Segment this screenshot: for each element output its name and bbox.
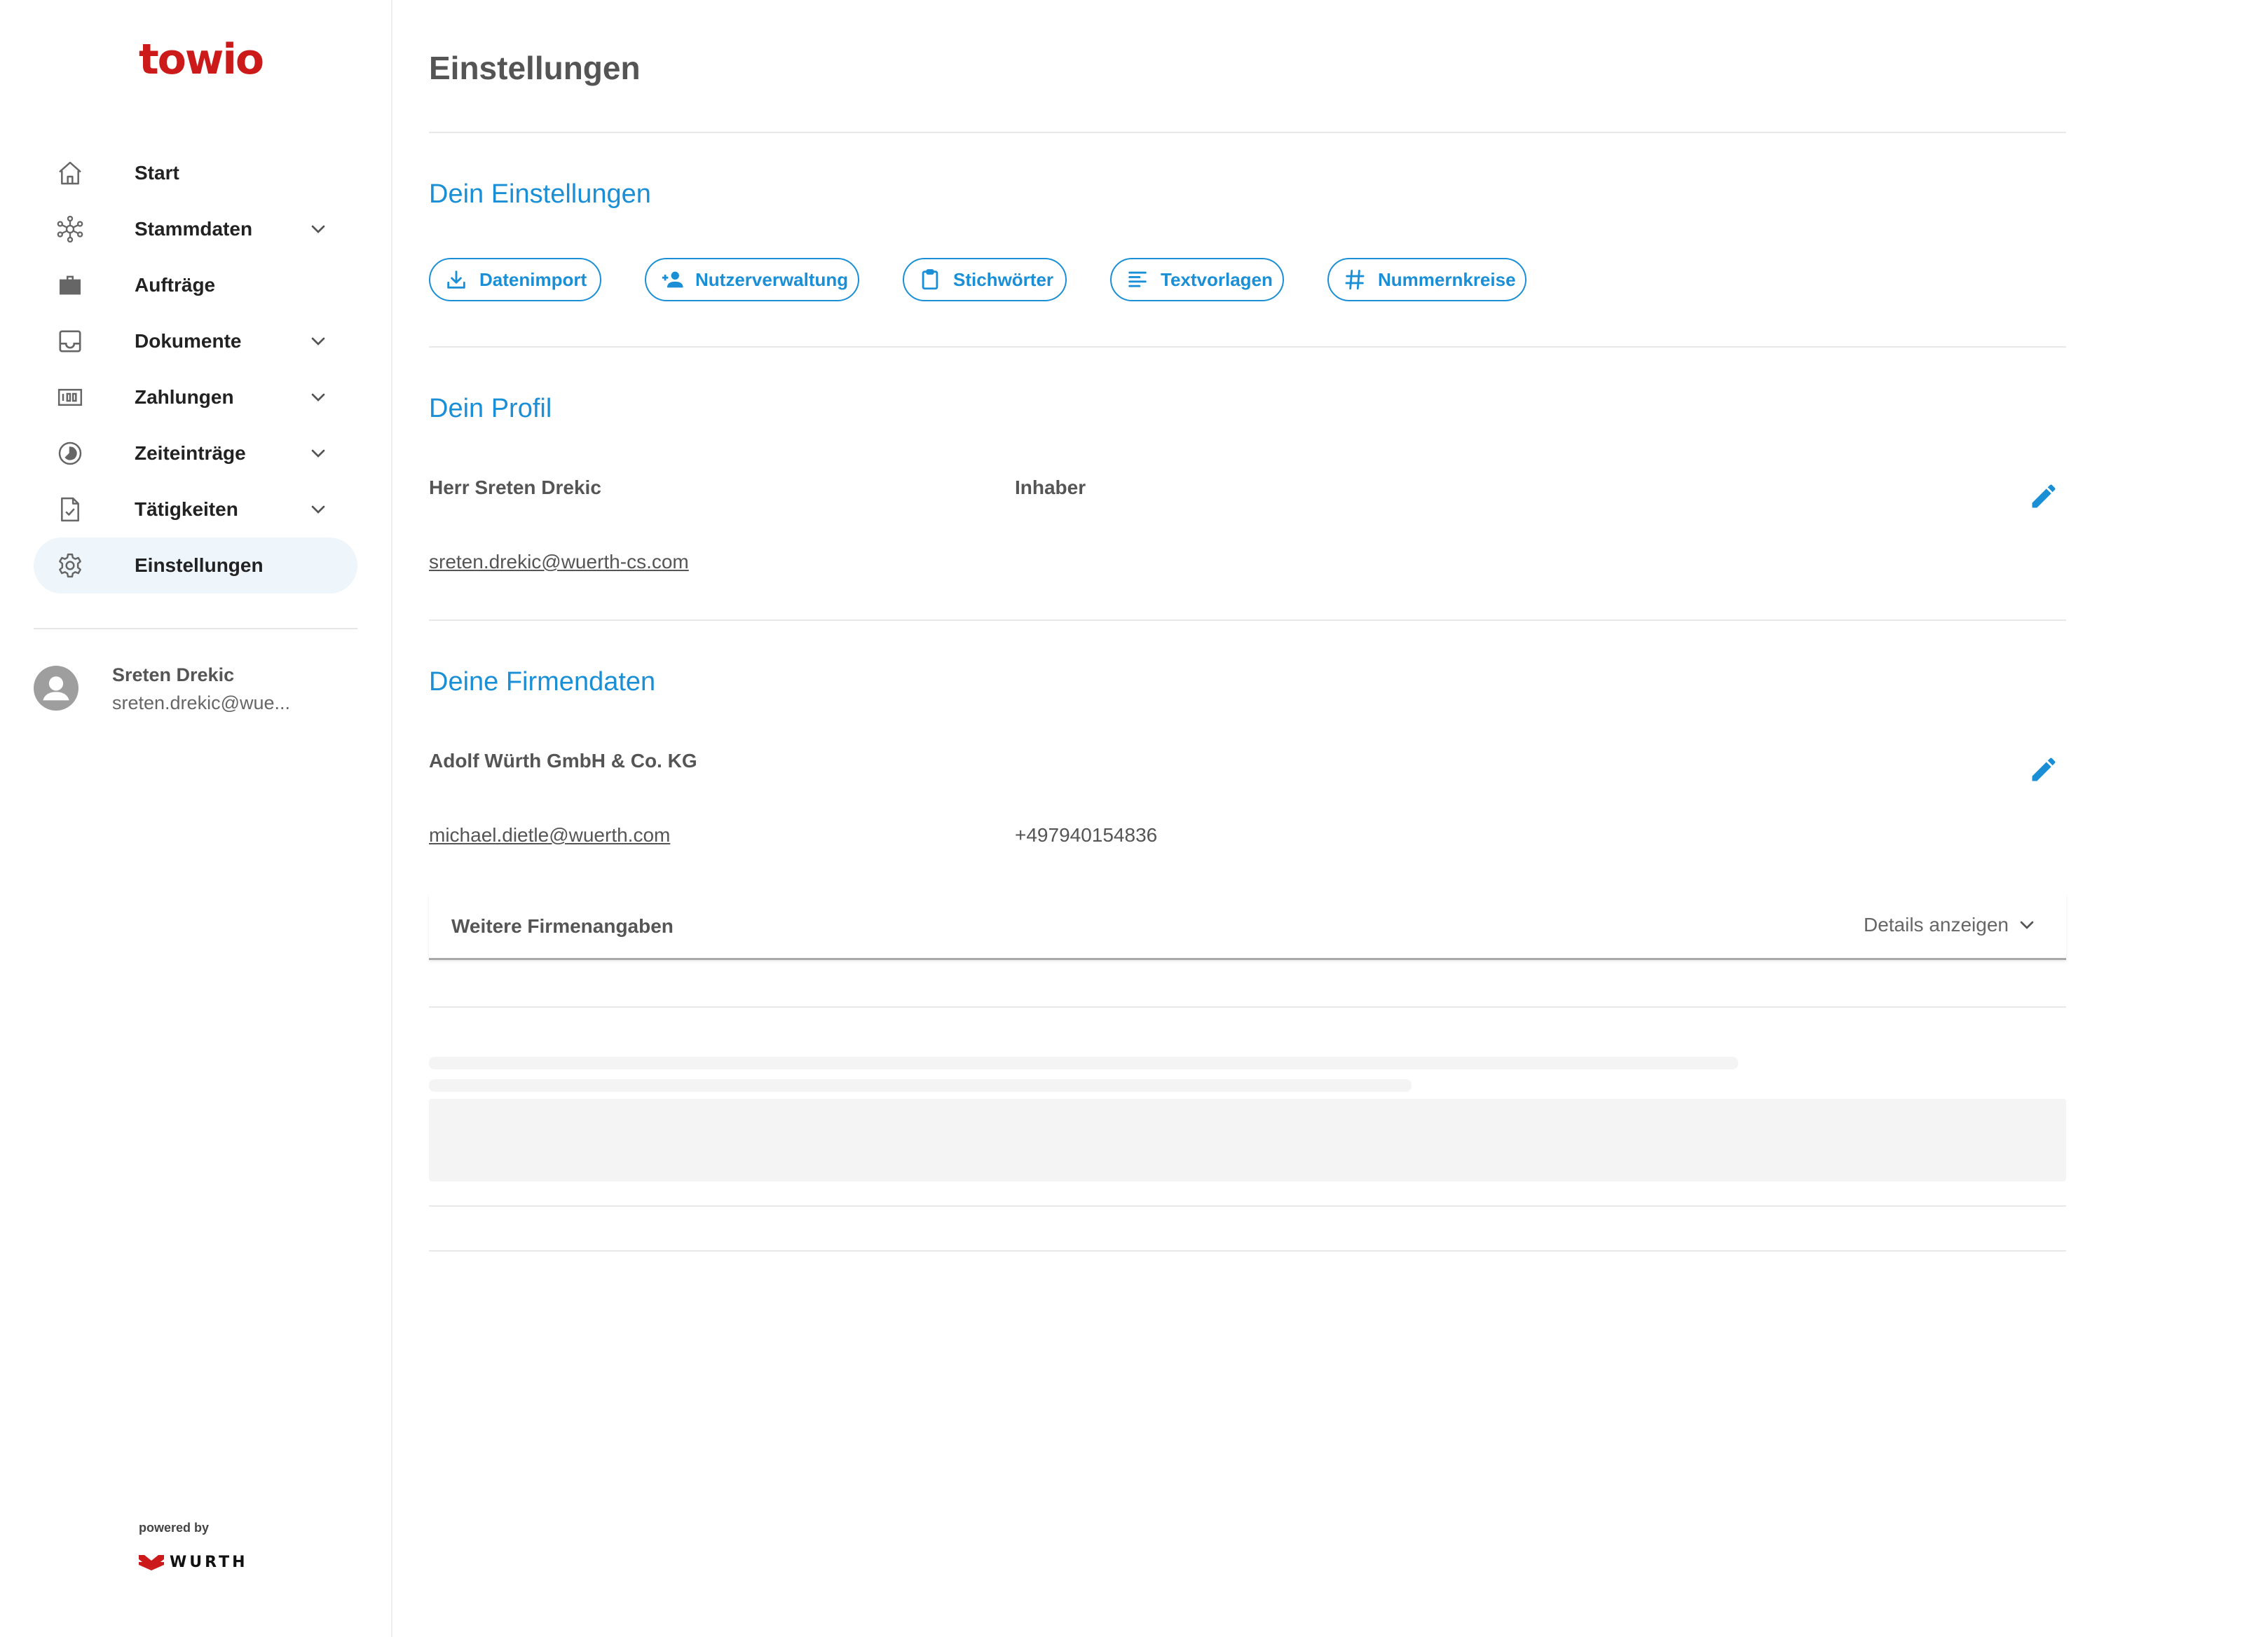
clipboard-icon [918, 268, 942, 292]
sidebar-item-label: Stammdaten [135, 218, 253, 240]
sidebar-item-dokumente[interactable]: Dokumente [34, 313, 357, 369]
page-title: Einstellungen [429, 50, 641, 86]
nummernkreise-button[interactable]: Nummernkreise [1327, 258, 1526, 301]
chevron-down-icon [2016, 914, 2038, 936]
clock-icon [56, 439, 84, 467]
task-icon [56, 495, 84, 523]
chevron-down-icon[interactable] [307, 330, 329, 352]
settings-section-title: Dein Einstellungen [429, 179, 651, 209]
chevron-down-icon[interactable] [307, 442, 329, 465]
divider [429, 1006, 2066, 1008]
company-section-title: Deine Firmendaten [429, 667, 656, 697]
chevron-down-icon[interactable] [307, 386, 329, 409]
company-email-link[interactable]: michael.dietle@wuerth.com [429, 824, 670, 847]
home-icon [56, 159, 84, 187]
user-email: sreten.drekic@wue... [112, 692, 291, 713]
person-add-icon [660, 268, 684, 292]
user-profile[interactable]: Sreten Drekic sreten.drekic@wue... [34, 664, 357, 720]
profile-role: Inhaber [1015, 477, 1086, 498]
download-icon [444, 268, 468, 292]
profile-email-link[interactable]: sreten.drekic@wuerth-cs.com [429, 551, 689, 573]
stichwoerter-button[interactable]: Stichwörter [903, 258, 1067, 301]
nutzerverwaltung-button[interactable]: Nutzerverwaltung [645, 258, 859, 301]
inbox-icon [56, 327, 84, 355]
details-toggle[interactable]: Details anzeigen [1864, 914, 2038, 936]
sidebar-nav: Start Stammdaten Aufträge Dokumente Zahl… [34, 145, 357, 594]
divider [429, 132, 2066, 133]
wuerth-mark-icon [139, 1554, 164, 1570]
text-lines-icon [1126, 268, 1149, 292]
profile-section-title: Dein Profil [429, 394, 552, 423]
sidebar-item-taetigkeiten[interactable]: Tätigkeiten [34, 481, 357, 537]
details-toggle-label: Details anzeigen [1863, 914, 2009, 936]
sidebar-divider [34, 628, 357, 629]
avatar-icon [34, 666, 78, 711]
sidebar-item-label: Zahlungen [135, 386, 234, 408]
sidebar-item-zeiteintraege[interactable]: Zeiteinträge [34, 425, 357, 481]
more-company-info-accordion[interactable]: Weitere Firmenangaben Details anzeigen [429, 894, 2066, 960]
edit-company-button[interactable] [2028, 754, 2059, 785]
wuerth-logo: WURTH [139, 1552, 248, 1573]
chevron-down-icon[interactable] [307, 498, 329, 521]
gear-icon [56, 552, 84, 580]
hash-icon [1343, 268, 1367, 292]
pencil-icon [2032, 758, 2056, 781]
textvorlagen-button[interactable]: Textvorlagen [1110, 258, 1284, 301]
datenimport-button[interactable]: Datenimport [429, 258, 601, 301]
sidebar-item-label: Start [135, 162, 179, 184]
wuerth-wordmark: WURTH [170, 1553, 248, 1571]
edit-profile-button[interactable] [2028, 481, 2059, 512]
powered-by-label: powered by [139, 1521, 210, 1535]
sidebar-item-label: Einstellungen [135, 554, 264, 576]
divider [429, 1250, 2066, 1252]
chevron-down-icon[interactable] [307, 218, 329, 240]
sidebar-item-label: Zeiteinträge [135, 442, 246, 464]
sidebar-item-auftraege[interactable]: Aufträge [34, 257, 357, 313]
sidebar-item-stammdaten[interactable]: Stammdaten [34, 201, 357, 257]
company-name: Adolf Würth GmbH & Co. KG [429, 750, 697, 772]
divider [429, 1205, 2066, 1207]
skeleton-line [429, 1079, 1412, 1092]
sidebar-item-einstellungen[interactable]: Einstellungen [34, 537, 357, 594]
towio-logo[interactable]: towio [139, 35, 264, 84]
pencil-icon [2032, 484, 2056, 508]
sidebar: towio Start Stammdaten Aufträge Dokument… [0, 0, 392, 1637]
divider [429, 619, 2066, 621]
accordion-title: Weitere Firmenangaben [451, 915, 674, 937]
sidebar-item-start[interactable]: Start [34, 145, 357, 201]
skeleton-line [429, 1057, 1738, 1069]
user-name: Sreten Drekic [112, 664, 235, 685]
network-icon [56, 215, 84, 243]
sidebar-item-zahlungen[interactable]: Zahlungen [34, 369, 357, 425]
briefcase-icon [56, 271, 84, 299]
company-phone: +497940154836 [1015, 824, 1158, 846]
main-content: Einstellungen Dein Einstellungen Datenim… [429, 0, 2066, 1637]
sidebar-item-label: Aufträge [135, 274, 216, 296]
counter-icon [56, 383, 84, 411]
divider [429, 346, 2066, 348]
profile-name: Herr Sreten Drekic [429, 477, 601, 498]
sidebar-item-label: Tätigkeiten [135, 498, 238, 520]
skeleton-block [429, 1099, 2066, 1181]
sidebar-item-label: Dokumente [135, 330, 242, 352]
